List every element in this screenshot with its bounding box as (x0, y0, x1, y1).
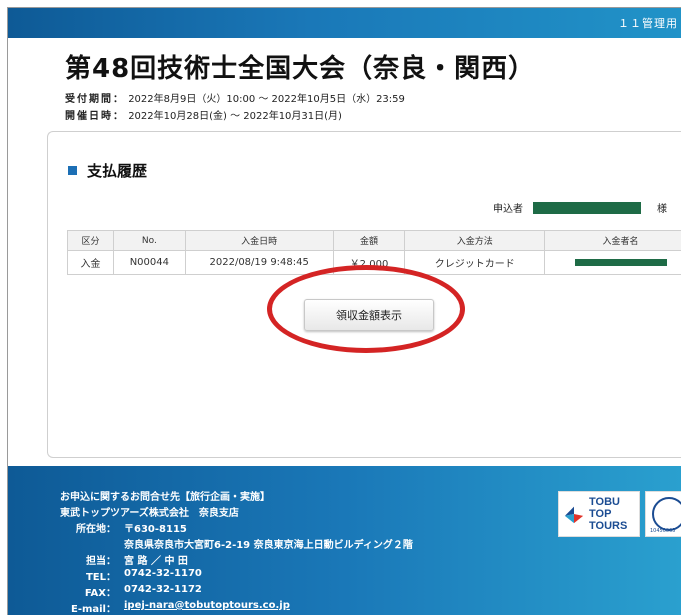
logo-text: TOBU TOP TOURS (589, 496, 627, 532)
tel-row: TEL： 0742-32-1170 (58, 568, 202, 583)
cell-payer (544, 250, 681, 275)
header-bar: １１管理用 (8, 8, 681, 38)
reception-period: 受付期間： 2022年8月9日（火）10:00 ～ 2022年10月5日（水）2… (65, 90, 405, 105)
contact-title: お申込に関するお問合せ先【旅行企画・実施】 (60, 492, 270, 503)
logo-line: TOP (589, 508, 612, 520)
applicant-label: 申込者 (493, 204, 523, 215)
footer: お申込に関するお問合せ先【旅行企画・実施】 東武トップツアーズ株式会社 奈良支店… (8, 466, 681, 615)
event-dates-value: 2022年10月28日(金) ～ 2022年10月31日(月) (128, 111, 342, 122)
reception-period-label: 受付期間： (65, 94, 125, 105)
logo-mark-icon (564, 506, 584, 524)
staff-row: 担当： 宮 路 ／ 中 田 (58, 552, 188, 567)
column-header: 入金方法 (404, 230, 546, 251)
tobu-top-tours-logo: TOBU TOP TOURS (558, 491, 640, 537)
payment-history-panel: 支払履歴 申込者 様 区分 No. 入金日時 金額 入金方法 入金者名 入金 N… (47, 131, 681, 458)
browser-page: １１管理用 第48回技術士全国大会（奈良・関西） 受付期間： 2022年8月9日… (7, 7, 681, 615)
staff-value: 宮 路 ／ 中 田 (124, 556, 188, 567)
event-title: 第48回技術士全国大会（奈良・関西） (65, 54, 536, 84)
cell-number: N00044 (112, 250, 186, 275)
company-name: 東武トップツアーズ株式会社 奈良支店 (60, 508, 239, 519)
email-row: E-mail： ipej-nara@tobutoptours.co.jp (58, 600, 290, 615)
admin-link[interactable]: １１管理用 (618, 15, 678, 31)
privacy-mark-badge: 10450005 (645, 491, 681, 537)
redacted-applicant-name (533, 201, 641, 214)
column-header: 入金日時 (184, 230, 334, 251)
column-header: 金額 (332, 230, 406, 251)
column-header: 区分 (67, 230, 114, 251)
email-label: E-mail： (70, 604, 116, 615)
column-header: No. (112, 230, 186, 251)
tel-value: 0742-32-1170 (124, 568, 202, 579)
address-zip: 〒630-8115 (124, 524, 187, 535)
highlight-ring-annotation (267, 265, 465, 353)
tel-label: TEL： (85, 572, 116, 583)
applicant-suffix: 様 (657, 204, 667, 215)
applicant-info: 申込者 様 (493, 200, 667, 215)
logo-line: TOBU (589, 496, 620, 508)
cell-datetime: 2022/08/19 9:48:45 (184, 250, 334, 275)
staff-label: 担当： (86, 556, 116, 567)
privacy-mark-icon (652, 497, 681, 531)
fax-value: 0742-32-1172 (124, 584, 202, 595)
column-header: 入金者名 (544, 230, 681, 251)
fax-label: FAX： (84, 588, 116, 599)
square-bullet-icon (68, 166, 77, 175)
address-line: 奈良県奈良市大宮町6-2-19 奈良東京海上日動ビルディング２階 (124, 540, 413, 551)
fax-row: FAX： 0742-32-1172 (58, 584, 202, 599)
logo-line: TOURS (589, 520, 628, 532)
cell-method: クレジットカード (404, 250, 546, 275)
cell-type: 入金 (67, 250, 114, 275)
address-row: 所在地： 〒630-8115 (58, 520, 187, 535)
section-title: 支払履歴 (68, 160, 147, 181)
section-title-text: 支払履歴 (87, 162, 148, 180)
event-dates-label: 開催日時： (65, 111, 125, 122)
reception-period-value: 2022年8月9日（火）10:00 ～ 2022年10月5日（水）23:59 (128, 94, 405, 105)
table-header-row: 区分 No. 入金日時 金額 入金方法 入金者名 (67, 230, 681, 251)
email-link[interactable]: ipej-nara@tobutoptours.co.jp (124, 600, 290, 615)
event-dates: 開催日時： 2022年10月28日(金) ～ 2022年10月31日(月) (65, 107, 342, 122)
redacted-payer-name (574, 258, 667, 266)
privacy-mark-number: 10450005 (650, 528, 676, 534)
address-label: 所在地： (76, 524, 116, 535)
